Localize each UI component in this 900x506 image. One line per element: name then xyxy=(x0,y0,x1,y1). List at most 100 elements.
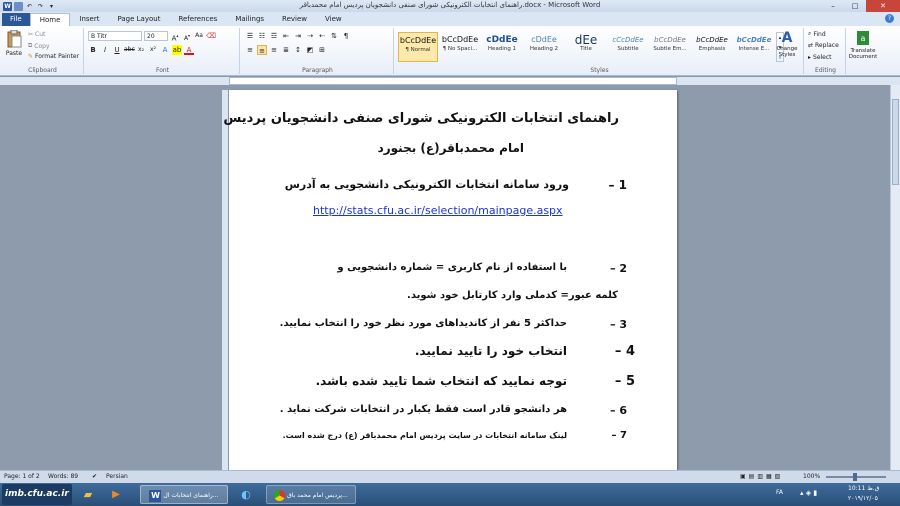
item-6-text: هر دانشجو قادر است فقط یکبار در انتخابات… xyxy=(279,404,567,415)
highlight-icon[interactable]: ab xyxy=(172,45,182,55)
style-no-spacing[interactable]: bCcDdEe ¶ No Spaci... xyxy=(440,32,480,62)
font-size-select[interactable]: 20 xyxy=(144,31,168,41)
style-heading-1[interactable]: cDdEe Heading 1 xyxy=(482,32,522,62)
paste-button[interactable]: Paste xyxy=(4,29,24,57)
page-count[interactable]: Page: 1 of 2 xyxy=(4,471,40,483)
format-painter-button[interactable]: ✎ Format Painter xyxy=(28,53,79,60)
shrink-font-icon[interactable]: A▾ xyxy=(182,31,192,42)
align-center-icon[interactable]: ≡ xyxy=(257,45,267,55)
vertical-scrollbar[interactable] xyxy=(890,85,900,470)
close-button[interactable]: ✕ xyxy=(866,0,900,12)
strikethrough-icon[interactable]: abc xyxy=(124,45,135,55)
sort-icon[interactable]: ⇅ xyxy=(329,31,339,41)
chrome-icon xyxy=(274,490,286,501)
style-normal[interactable]: bCcDdEe ¶ Normal xyxy=(398,32,438,62)
italic-icon[interactable]: I xyxy=(100,45,110,55)
font-color-icon[interactable]: A xyxy=(184,45,194,55)
item-1-link[interactable]: http://stats.cfu.ac.ir/selection/mainpag… xyxy=(313,204,563,217)
grow-font-icon[interactable]: A▴ xyxy=(170,31,180,42)
subscript-icon[interactable]: x₂ xyxy=(136,45,146,55)
word-count[interactable]: Words: 89 xyxy=(48,471,78,483)
taskbar-messenger[interactable]: ◐ xyxy=(236,485,256,504)
taskbar-explorer[interactable]: ▰ xyxy=(78,485,98,504)
paste-icon xyxy=(7,29,22,48)
taskbar-chrome[interactable]: پردیس امام محمد باق... xyxy=(266,485,356,504)
horizontal-ruler[interactable] xyxy=(229,77,677,85)
justify-icon[interactable]: ≣ xyxy=(281,45,291,55)
tab-mailings[interactable]: Mailings xyxy=(226,13,273,26)
show-marks-icon[interactable]: ¶ xyxy=(341,31,351,41)
style-subtitle[interactable]: cCcDdEe Subtitle xyxy=(608,32,648,62)
increase-indent-icon[interactable]: ⇥ xyxy=(293,31,303,41)
bullets-icon[interactable]: ☰ xyxy=(245,31,255,41)
replace-button[interactable]: ⇄ Replace xyxy=(808,42,839,49)
document-page[interactable]: راهنمای انتخابات الکترونیکی شورای صنفی د… xyxy=(223,90,677,470)
minimize-button[interactable]: – xyxy=(822,0,844,12)
change-styles-button[interactable]: A Change Styles xyxy=(773,30,801,58)
clock-date[interactable]: ۲۰۱۹/۱۲/۰۵ xyxy=(848,495,878,502)
tab-insert[interactable]: Insert xyxy=(70,13,108,26)
underline-icon[interactable]: U xyxy=(112,45,122,55)
style-intense-emphasis[interactable]: bCcDdEe Intense E... xyxy=(734,32,774,62)
tab-page-layout[interactable]: Page Layout xyxy=(108,13,169,26)
copy-button[interactable]: ⧉ Copy xyxy=(28,42,50,50)
tab-review[interactable]: Review xyxy=(273,13,316,26)
input-language[interactable]: FA xyxy=(776,489,783,496)
taskbar-media[interactable]: ▶ xyxy=(106,485,126,504)
doc-title-line2: امام محمدباقر(ع) بجنورد xyxy=(377,141,524,155)
select-button[interactable]: ▸ Select xyxy=(808,54,832,61)
style-subtle-emphasis[interactable]: bCcDdEe Subtle Em... xyxy=(650,32,690,62)
item-3-text: حداکثر 5 نفر از کاندیداهای مورد نظر خود … xyxy=(279,318,567,329)
change-case-icon[interactable]: Aa xyxy=(194,31,204,41)
scissors-icon: ✂ xyxy=(28,31,34,38)
tab-view[interactable]: View xyxy=(316,13,351,26)
superscript-icon[interactable]: x² xyxy=(148,45,158,55)
align-right-icon[interactable]: ≡ xyxy=(269,45,279,55)
tab-file[interactable]: File xyxy=(2,13,30,26)
language-status[interactable]: Persian xyxy=(106,471,128,483)
ltr-icon[interactable]: ⇢ xyxy=(305,31,315,41)
tab-home[interactable]: Home xyxy=(29,13,71,26)
editing-group: ⌕ Find ⇄ Replace ▸ Select Editing xyxy=(806,28,846,74)
line-spacing-icon[interactable]: ↕ xyxy=(293,45,303,55)
borders-icon[interactable]: ⊞ xyxy=(317,45,327,55)
scroll-thumb[interactable] xyxy=(892,99,899,185)
taskbar-word[interactable]: W راهنمای انتخابات ال... xyxy=(140,485,228,504)
tab-references[interactable]: References xyxy=(169,13,226,26)
tray-icons[interactable]: ▴ ◈ ▮ xyxy=(800,489,817,497)
binoculars-icon: ⌕ xyxy=(808,30,812,37)
brush-icon: ✎ xyxy=(28,53,34,60)
translate-button[interactable]: a Translate Document xyxy=(848,30,878,60)
copy-icon: ⧉ xyxy=(28,42,33,49)
doc-title-line1: راهنمای انتخابات الکترونیکی شورای صنفی د… xyxy=(223,111,619,126)
text-effects-icon[interactable]: A xyxy=(160,45,170,55)
find-button[interactable]: ⌕ Find xyxy=(808,30,826,38)
ribbon-tabs: File Home Insert Page Layout References … xyxy=(0,12,900,26)
font-group: B Titr 20 A▴ A▾ Aa ⌫ B I U abc x₂ x² A a… xyxy=(86,28,240,74)
proofing-icon[interactable]: ✔ xyxy=(92,471,97,483)
multilevel-list-icon[interactable]: ☲ xyxy=(269,31,279,41)
decrease-indent-icon[interactable]: ⇤ xyxy=(281,31,291,41)
vertical-ruler[interactable] xyxy=(222,90,228,470)
rtl-icon[interactable]: ⇠ xyxy=(317,31,327,41)
style-title[interactable]: dEe Title xyxy=(566,32,606,62)
item-4-text: انتخاب خود را تایید نمایید. xyxy=(414,344,567,358)
style-emphasis[interactable]: bCcDdEe Emphasis xyxy=(692,32,732,62)
style-heading-2[interactable]: cDdEe Heading 2 xyxy=(524,32,564,62)
help-icon[interactable]: ? xyxy=(885,14,894,23)
shading-icon[interactable]: ◩ xyxy=(305,45,315,55)
font-name-select[interactable]: B Titr xyxy=(88,31,142,41)
clock-time[interactable]: 10:11 ق.ظ xyxy=(848,485,879,492)
word-taskbar-icon: W xyxy=(149,489,162,502)
folder-icon: ▰ xyxy=(83,488,93,501)
numbering-icon[interactable]: ☷ xyxy=(257,31,267,41)
clear-format-icon[interactable]: ⌫ xyxy=(206,31,216,41)
cut-button[interactable]: ✂ Cut xyxy=(28,31,45,38)
maximize-button[interactable]: □ xyxy=(844,0,866,12)
view-buttons[interactable]: ▣▤▥▦▧ xyxy=(740,471,783,483)
start-button[interactable]: imb.cfu.ac.ir xyxy=(2,484,72,505)
zoom-level[interactable]: 100% xyxy=(803,471,820,483)
bold-icon[interactable]: B xyxy=(88,45,98,55)
align-left-icon[interactable]: ≡ xyxy=(245,45,255,55)
zoom-slider-thumb[interactable] xyxy=(853,473,857,481)
